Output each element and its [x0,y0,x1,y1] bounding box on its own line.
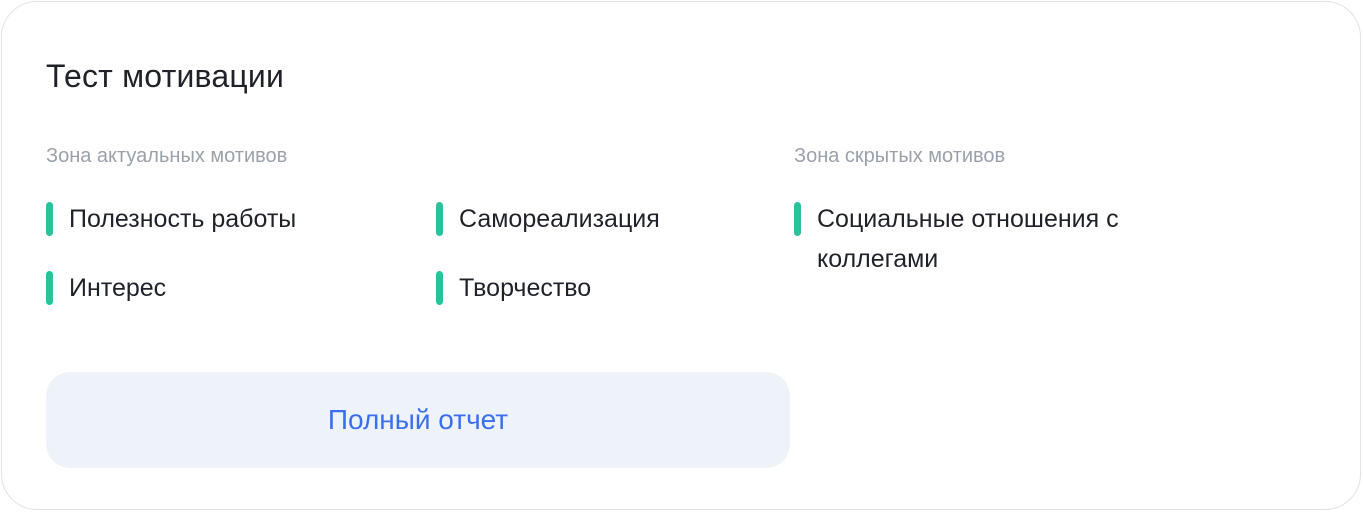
actual-motives-zone-title: Зона актуальных мотивов [46,145,288,167]
motive-label: Социальные отношения с коллегами [817,205,1119,273]
motivation-test-card: Тест мотивации Зона актуальных мотивов З… [1,1,1361,510]
motive-marker [794,202,801,236]
motive-item: Полезность работы [46,202,296,239]
motive-item: Интерес [46,271,166,308]
motive-item: Творчество [436,271,591,308]
hidden-motives-zone-title: Зона скрытых мотивов [794,145,1006,167]
motive-label: Интерес [69,274,167,302]
motive-label: Полезность работы [69,205,297,233]
motive-marker [46,271,53,305]
motive-item: Социальные отношения с коллегами [794,202,1157,279]
motive-label: Самореализация [459,205,660,233]
motive-label: Творчество [459,274,592,302]
full-report-button[interactable]: Полный отчет [46,372,790,468]
motive-marker [436,271,443,305]
motive-marker [46,202,53,236]
motive-marker [436,202,443,236]
card-title: Тест мотивации [46,58,285,94]
motive-item: Самореализация [436,202,660,239]
full-report-button-label: Полный отчет [327,404,509,435]
